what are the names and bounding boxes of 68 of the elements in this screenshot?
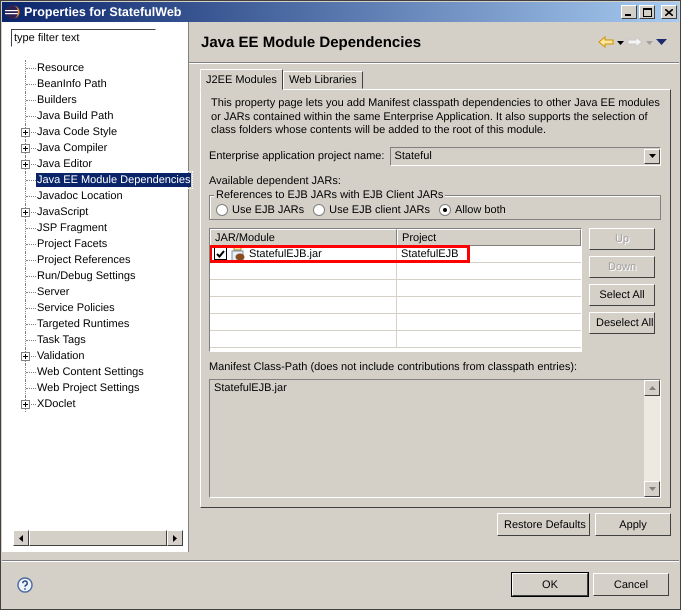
section-label: Available dependent JARs: [209,174,342,186]
dialog-button[interactable]: OK [512,573,588,596]
page-button[interactable]: Apply [595,513,671,536]
expand-icon[interactable] [21,352,30,361]
tree-item[interactable]: Web Project Settings [36,381,141,395]
tab[interactable]: Web Libraries [282,71,363,89]
window-title: Properties for StatefulWeb [24,5,182,19]
maximize-icon [642,8,652,16]
tree-item[interactable]: Project References [36,253,132,267]
section-label: Manifest Class-Path (does not include contributions from classpath entries): [209,360,578,372]
tree-item[interactable]: Java Code Style [36,125,118,139]
expand-icon[interactable] [21,160,30,169]
tree-item[interactable]: Task Tags [36,333,87,347]
description-text: This property page lets you add Manifest classpath dependencies to other Java EE modules or JARs contained within the same Enterprise Application. It also supports the selection of class folders whose contents will be added to the root of this module. [211,97,661,138]
expand-icon[interactable] [21,208,30,217]
minimize-button[interactable] [621,5,637,19]
table-cell: StatefulEJB.jar [249,248,322,260]
dialog-button[interactable]: Cancel [593,573,669,596]
tree-item[interactable]: JavaScript [36,205,90,219]
tree-item[interactable]: Builders [36,93,78,107]
page-button[interactable]: Restore Defaults [497,513,590,536]
table-cell: StatefulEJB [401,248,458,260]
radio-option[interactable]: Use EJB JARs [216,204,304,216]
tree-item[interactable]: BeanInfo Path [36,77,108,91]
tree-item[interactable]: Java Compiler [36,141,108,155]
close-button[interactable] [661,5,677,19]
tree-item[interactable]: Server [36,285,70,299]
close-icon [665,8,673,16]
tree-item[interactable]: Project Facets [36,237,108,251]
app-icon [4,4,20,20]
tree-item[interactable]: XDoclet [36,397,77,411]
checkbox[interactable] [214,247,227,260]
tree-item[interactable]: Java Editor [36,157,94,171]
scroll-right-icon[interactable] [167,530,183,546]
tree-item[interactable]: Java EE Module Dependencies [36,173,192,187]
tree-item[interactable]: Javadoc Location [36,189,124,203]
tree-item[interactable]: JSP Fragment [36,221,108,235]
project-dropdown[interactable]: Stateful [390,146,661,166]
page-title: Java EE Module Dependencies [201,34,422,50]
scrollbar-thumb[interactable] [29,530,167,546]
expand-icon[interactable] [21,144,30,153]
expand-icon[interactable] [21,128,30,137]
side-button[interactable]: Deselect All [589,312,655,334]
scroll-up-icon[interactable] [644,380,660,396]
column-header[interactable]: JAR/Module [210,228,397,246]
filter-field[interactable]: type filter text [11,29,156,47]
scroll-left-icon[interactable] [13,530,29,546]
expand-icon[interactable] [21,400,30,409]
column-header[interactable]: Project [397,228,581,246]
scroll-down-icon[interactable] [644,481,660,497]
maximize-button[interactable] [639,5,655,19]
tree-item[interactable]: Java Build Path [36,109,114,123]
tree-item[interactable]: Resource [36,61,86,75]
radio-option[interactable]: Use EJB client JARs [313,204,430,216]
manifest-text-area[interactable]: StatefulEJB.jar [209,378,661,498]
radio-option[interactable]: Allow both [439,204,506,216]
tree-item[interactable]: Targeted Runtimes [36,317,130,331]
help-icon[interactable] [17,576,33,592]
tree-item[interactable]: Web Content Settings [36,365,145,379]
side-button[interactable]: Select All [589,284,655,306]
group-title: References to EJB JARs with EJB Client JARs [214,188,446,200]
tree-item[interactable]: Service Policies [36,301,116,315]
field-label: Enterprise application project name: [209,150,384,162]
tree-item[interactable]: Validation [36,349,86,363]
menu-icon[interactable] [656,38,667,46]
tree-item[interactable]: Run/Debug Settings [36,269,136,283]
tab[interactable]: J2EE Modules [200,69,283,90]
jar-icon [230,246,246,262]
